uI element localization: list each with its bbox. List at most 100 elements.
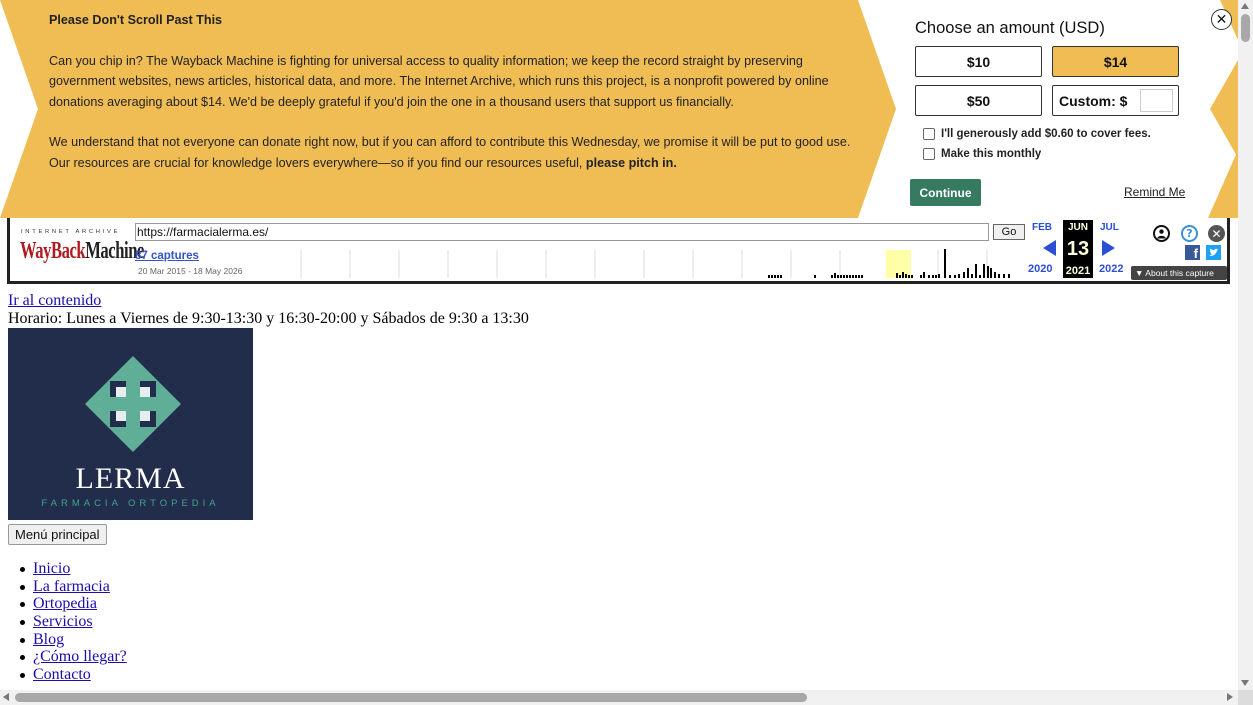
user-icon[interactable] — [1153, 225, 1170, 242]
facebook-icon[interactable]: f — [1185, 245, 1200, 260]
monthly-label: Make this monthly — [941, 148, 1042, 160]
capture-tick — [935, 275, 937, 278]
capture-tick — [831, 275, 833, 278]
cover-fees-label: I'll generously add $0.60 to cover fees. — [941, 128, 1151, 140]
nav-item: ¿Cómo llegar? — [20, 648, 127, 666]
donation-paragraph-2-text: We understand that not everyone can dona… — [49, 135, 851, 170]
vertical-scroll-thumb[interactable] — [1241, 14, 1250, 42]
capture-tick — [837, 275, 839, 278]
logo-brand-text: LERMA — [75, 462, 186, 495]
prev-capture-icon[interactable] — [1043, 240, 1056, 256]
capture-tick — [774, 275, 776, 278]
nav-item: Blog — [20, 631, 127, 649]
site-logo[interactable]: LERMA FARMACIA ORTOPEDIA — [8, 328, 253, 520]
capture-tick — [852, 275, 854, 278]
close-icon[interactable]: ✕ — [1211, 9, 1232, 30]
scroll-down-icon[interactable] — [1241, 680, 1249, 686]
custom-amount-field[interactable]: Custom: $ — [1052, 85, 1179, 116]
capture-tick — [923, 272, 925, 278]
capture-tick — [1003, 274, 1005, 278]
current-month: JUN — [1063, 220, 1093, 235]
current-year: 2021 — [1063, 263, 1093, 278]
capture-tick — [905, 274, 907, 278]
scroll-left-icon[interactable] — [3, 693, 9, 701]
cover-fees-option[interactable]: I'll generously add $0.60 to cover fees. — [923, 128, 1151, 140]
next-month-link[interactable]: JUL — [1100, 222, 1119, 233]
capture-tick — [971, 274, 973, 278]
scroll-up-icon[interactable] — [1241, 3, 1249, 9]
nav-link-la-farmacia[interactable]: La farmacia — [33, 578, 110, 595]
capture-tick — [979, 275, 981, 278]
capture-tick — [954, 275, 956, 278]
nav-item: Contacto — [20, 666, 127, 684]
current-year-highlight — [886, 250, 911, 278]
nav-item: Servicios — [20, 613, 127, 631]
main-navigation: Inicio La farmacia Ortopedia Servicios B… — [20, 560, 127, 684]
capture-tick — [814, 275, 816, 278]
monthly-checkbox[interactable] — [923, 148, 935, 160]
capture-tick — [920, 275, 922, 278]
choose-amount-label: Choose an amount (USD) — [915, 19, 1105, 37]
nav-link-como-llegar[interactable]: ¿Cómo llegar? — [33, 648, 127, 665]
amount-14-button[interactable]: $14 — [1052, 46, 1179, 77]
main-menu-button[interactable]: Menú principal — [8, 524, 107, 545]
twitter-icon[interactable] — [1206, 245, 1221, 260]
logo-tagline: FARMACIA ORTOPEDIA — [41, 498, 220, 509]
custom-amount-label: Custom: $ — [1059, 92, 1128, 109]
about-capture-button[interactable]: ▼ About this capture — [1131, 266, 1227, 280]
capture-tick — [768, 275, 770, 278]
capture-tick — [846, 275, 848, 278]
donation-paragraph-1: Can you chip in? The Wayback Machine is … — [49, 53, 829, 109]
amount-10-button[interactable]: $10 — [915, 46, 1042, 77]
wayback-url-input[interactable]: https://farmacialerma.es/ — [135, 223, 989, 241]
remind-me-link[interactable]: Remind Me — [1124, 185, 1185, 199]
close-toolbar-icon[interactable]: ✕ — [1208, 225, 1225, 242]
nav-item: La farmacia — [20, 578, 127, 596]
continue-button[interactable]: Continue — [910, 179, 981, 206]
internet-archive-label: INTERNET ARCHIVE — [21, 229, 121, 235]
next-capture-icon[interactable] — [1102, 240, 1115, 256]
twitter-glyph — [1209, 248, 1219, 256]
nav-link-servicios[interactable]: Servicios — [33, 613, 93, 630]
custom-amount-input[interactable] — [1140, 89, 1173, 112]
cover-fees-checkbox[interactable] — [923, 128, 935, 140]
donation-headline: Please Don't Scroll Past This — [49, 13, 223, 27]
next-year-link[interactable]: 2022 — [1099, 263, 1123, 275]
captures-link[interactable]: 87 captures — [135, 250, 199, 262]
capture-tick — [938, 274, 940, 278]
capture-tick — [899, 275, 901, 278]
logo-wayback-text: WayBack — [20, 238, 86, 264]
scrollbar-corner — [1238, 690, 1253, 705]
capture-tick — [896, 273, 898, 278]
amount-50-button[interactable]: $50 — [915, 85, 1042, 116]
capture-tick — [963, 272, 965, 278]
capture-tick — [987, 266, 989, 278]
capture-date-range: 20 Mar 2015 - 18 May 2026 — [138, 266, 243, 276]
capture-tick — [855, 275, 857, 278]
scroll-right-icon[interactable] — [1227, 693, 1233, 701]
prev-year-link[interactable]: 2020 — [1028, 263, 1052, 275]
nav-link-contacto[interactable]: Contacto — [33, 666, 91, 683]
skip-to-content-link[interactable]: Ir al contenido — [8, 292, 101, 310]
vertical-scrollbar[interactable] — [1238, 0, 1253, 690]
monthly-option[interactable]: Make this monthly — [923, 148, 1041, 160]
capture-tick — [944, 249, 946, 278]
help-icon[interactable]: ? — [1181, 225, 1198, 242]
capture-tick — [834, 273, 836, 278]
nav-link-blog[interactable]: Blog — [33, 631, 64, 648]
donation-banner: Please Don't Scroll Past This Can you ch… — [0, 0, 1238, 218]
capture-sparkline[interactable] — [268, 248, 1012, 280]
user-glyph — [1157, 229, 1166, 239]
wayback-machine-logo[interactable]: WayBackMachine — [20, 238, 144, 265]
horizontal-scroll-thumb[interactable] — [15, 693, 807, 702]
nav-item: Ortopedia — [20, 595, 127, 613]
nav-link-inicio[interactable]: Inicio — [33, 560, 70, 577]
capture-tick — [902, 272, 904, 278]
capture-tick — [861, 275, 863, 278]
prev-month-link[interactable]: FEB — [1032, 222, 1052, 233]
capture-tick — [932, 275, 934, 278]
nav-link-ortopedia[interactable]: Ortopedia — [33, 595, 97, 612]
capture-tick — [843, 275, 845, 278]
go-button[interactable]: Go — [993, 224, 1025, 240]
horizontal-scrollbar[interactable] — [0, 690, 1238, 705]
